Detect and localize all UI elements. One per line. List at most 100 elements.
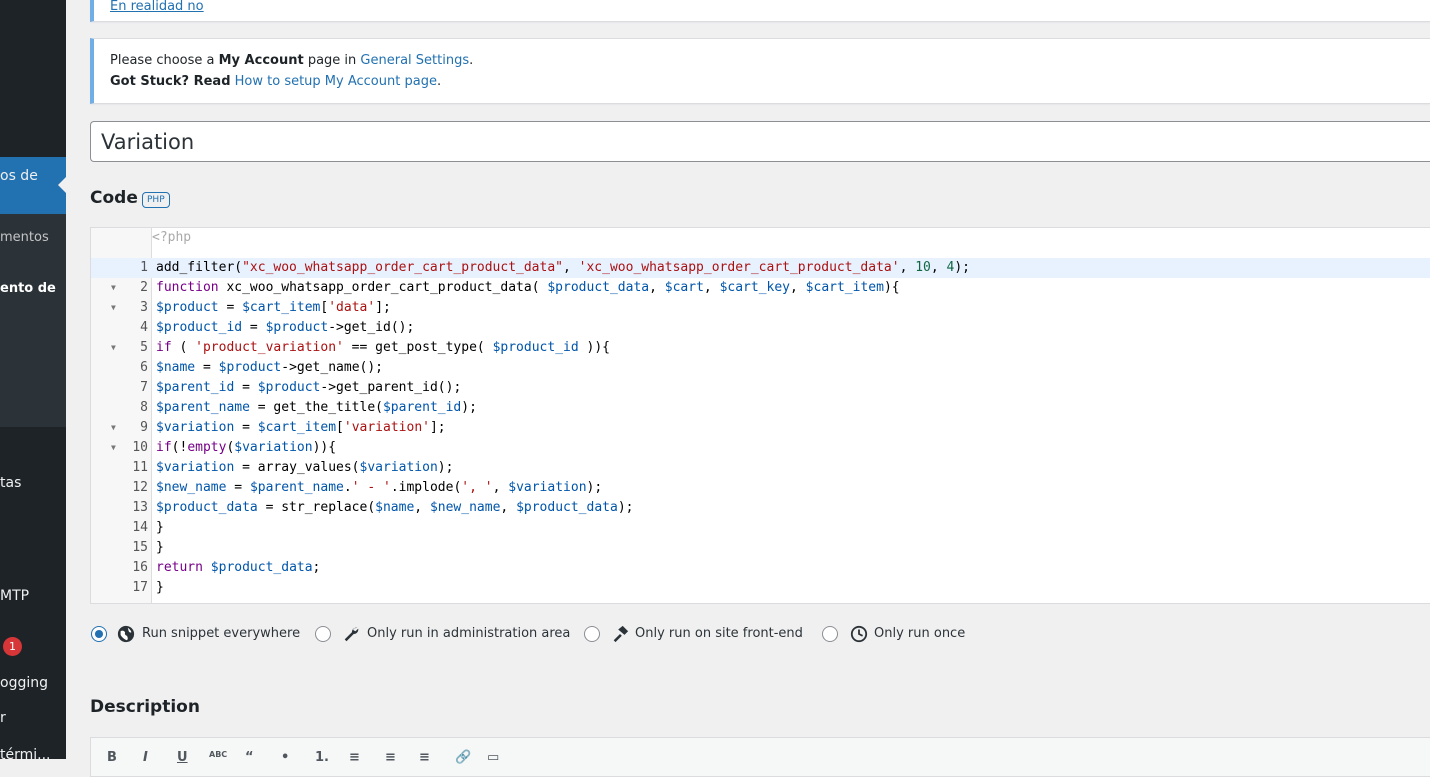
notification-badge: 1: [3, 637, 22, 656]
code-line[interactable]: 13 $product_data = str_replace($name, $ne…: [91, 498, 1430, 518]
code-text: $new_name = $parent_name.' - '.implode('…: [156, 480, 603, 495]
fold-toggle-icon[interactable]: ▼: [111, 418, 116, 438]
code-line[interactable]: 12 $new_name = $parent_name.' - '.implode…: [91, 478, 1430, 498]
sidebar-subitem[interactable]: mentos: [0, 230, 49, 245]
sidebar-submenu-bg: [0, 214, 66, 427]
line-number: 10: [132, 440, 148, 455]
code-line[interactable]: 9 ▼ $variation = $cart_item['variation'];: [91, 418, 1430, 438]
toolbar-numbered-list-button[interactable]: 1.: [315, 750, 329, 765]
toolbar-italic-button[interactable]: I: [143, 750, 148, 765]
code-text: $product_id = $product->get_id();: [156, 320, 415, 335]
code-text: $name = $product->get_name();: [156, 360, 383, 375]
sidebar-item-terms[interactable]: térmi...: [0, 747, 51, 759]
code-line[interactable]: 1 add_filter("xc_woo_whatsapp_order_cart_…: [91, 258, 1430, 278]
toolbar-align-center-button[interactable]: ≡: [385, 750, 396, 765]
code-text: if ( 'product_variation' == get_post_typ…: [156, 340, 610, 355]
sidebar-item[interactable]: tas: [0, 475, 21, 491]
sidebar-active-arrow: [58, 177, 66, 193]
line-number: 13: [132, 500, 148, 515]
line-number: 12: [132, 480, 148, 495]
snippet-title-input[interactable]: Variation: [90, 121, 1430, 162]
clock-icon: [850, 625, 868, 643]
fold-toggle-icon[interactable]: ▼: [111, 298, 116, 318]
globe-icon: [117, 625, 135, 643]
fold-toggle-icon[interactable]: ▼: [111, 278, 116, 298]
code-text: }: [156, 520, 164, 535]
code-text: $product_data = str_replace($name, $new_…: [156, 500, 634, 515]
line-number: 17: [132, 580, 148, 595]
code-line[interactable]: 7 $parent_id = $product->get_parent_id();: [91, 378, 1430, 398]
scope-radio-admin[interactable]: [315, 626, 331, 642]
line-number: 8: [140, 400, 148, 415]
sidebar-item[interactable]: r: [0, 710, 6, 726]
toolbar-more-button[interactable]: ▭: [487, 750, 499, 765]
hammer-icon: [613, 625, 629, 643]
scope-radio-frontend[interactable]: [584, 626, 600, 642]
setup-my-account-link[interactable]: How to setup My Account page: [235, 74, 437, 89]
my-account-notice: Please choose a My Account page in Gener…: [90, 38, 1430, 104]
code-text: add_filter("xc_woo_whatsapp_order_cart_p…: [156, 260, 971, 275]
toolbar-align-right-button[interactable]: ≡: [419, 750, 430, 765]
code-line[interactable]: 10 ▼ if(!empty($variation)){: [91, 438, 1430, 458]
code-text: $variation = array_values($variation);: [156, 460, 454, 475]
toolbar-align-left-button[interactable]: ≡: [349, 750, 360, 765]
code-line[interactable]: 16 return $product_data;: [91, 558, 1430, 578]
line-number: 3: [140, 300, 148, 315]
code-line[interactable]: 11 $variation = array_values($variation);: [91, 458, 1430, 478]
fold-toggle-icon[interactable]: ▼: [111, 438, 116, 458]
language-badge: PHP: [142, 192, 170, 208]
sidebar-item-smtp[interactable]: MTP: [0, 588, 29, 604]
code-line[interactable]: 14}: [91, 518, 1430, 538]
line-number: 6: [140, 360, 148, 375]
scope-label-frontend[interactable]: Only run on site front-end: [635, 626, 803, 641]
toolbar-link-button[interactable]: 🔗: [455, 750, 471, 765]
code-text: }: [156, 580, 164, 595]
line-number: 1: [140, 260, 148, 275]
code-editor[interactable]: <?php 1 add_filter("xc_woo_whatsapp_order…: [90, 227, 1430, 604]
code-text: return $product_data;: [156, 560, 321, 575]
sidebar-item-logging[interactable]: ogging: [0, 675, 48, 691]
scope-label-admin[interactable]: Only run in administration area: [367, 626, 570, 641]
code-text: if(!empty($variation)){: [156, 440, 337, 455]
line-number: 16: [132, 560, 148, 575]
code-text: function xc_woo_whatsapp_order_cart_prod…: [156, 280, 900, 295]
line-number: 15: [132, 540, 148, 555]
line-number: 5: [140, 340, 148, 355]
code-line[interactable]: 6 $name = $product->get_name();: [91, 358, 1430, 378]
toolbar-strike-button[interactable]: ABC: [209, 750, 227, 759]
toolbar-bullet-list-button[interactable]: •: [281, 750, 289, 765]
line-number: 4: [140, 320, 148, 335]
general-settings-link[interactable]: General Settings: [360, 53, 469, 68]
code-heading: Code: [90, 188, 138, 208]
description-heading: Description: [90, 697, 200, 717]
notice-dismiss-link[interactable]: En realidad no: [110, 0, 204, 14]
scope-label-everywhere[interactable]: Run snippet everywhere: [142, 626, 300, 641]
code-text: $variation = $cart_item['variation'];: [156, 420, 446, 435]
toolbar-quote-button[interactable]: “: [245, 750, 254, 765]
admin-sidebar: os de mentos ento de tas MTP 1 ogging r …: [0, 0, 66, 759]
code-line[interactable]: 17}: [91, 578, 1430, 598]
code-line[interactable]: 2 ▼ function xc_woo_whatsapp_order_cart_pr…: [91, 278, 1430, 298]
toolbar-underline-button[interactable]: U: [177, 750, 188, 765]
code-preface: <?php: [152, 230, 192, 245]
scope-radio-everywhere[interactable]: [91, 626, 107, 642]
line-number: 11: [132, 460, 148, 475]
code-text: $product = $cart_item['data'];: [156, 300, 391, 315]
notice-line-choose: Please choose a My Account page in Gener…: [110, 53, 474, 68]
code-text: }: [156, 540, 164, 555]
notice-line-stuck: Got Stuck? Read How to setup My Account …: [110, 74, 442, 89]
code-line[interactable]: 3 ▼ $product = $cart_item['data'];: [91, 298, 1430, 318]
code-line[interactable]: 15}: [91, 538, 1430, 558]
code-line[interactable]: 5 ▼ if ( 'product_variation' == get_post_t…: [91, 338, 1430, 358]
sidebar-subitem-current[interactable]: ento de: [0, 281, 56, 296]
code-line[interactable]: 8 $parent_name = get_the_title($parent_id…: [91, 398, 1430, 418]
sidebar-item-snippets[interactable]: os de: [0, 168, 38, 184]
description-editor-toolbar: B I U ABC “ • 1. ≡ ≡ ≡ 🔗 ▭: [90, 737, 1430, 777]
sidebar-item-active[interactable]: [0, 157, 66, 214]
code-line[interactable]: 4 $product_id = $product->get_id();: [91, 318, 1430, 338]
scope-label-once[interactable]: Only run once: [874, 626, 965, 641]
toolbar-bold-button[interactable]: B: [107, 750, 117, 765]
fold-toggle-icon[interactable]: ▼: [111, 338, 116, 358]
admin-notice: En realidad no: [90, 0, 1430, 22]
scope-radio-once[interactable]: [822, 626, 838, 642]
